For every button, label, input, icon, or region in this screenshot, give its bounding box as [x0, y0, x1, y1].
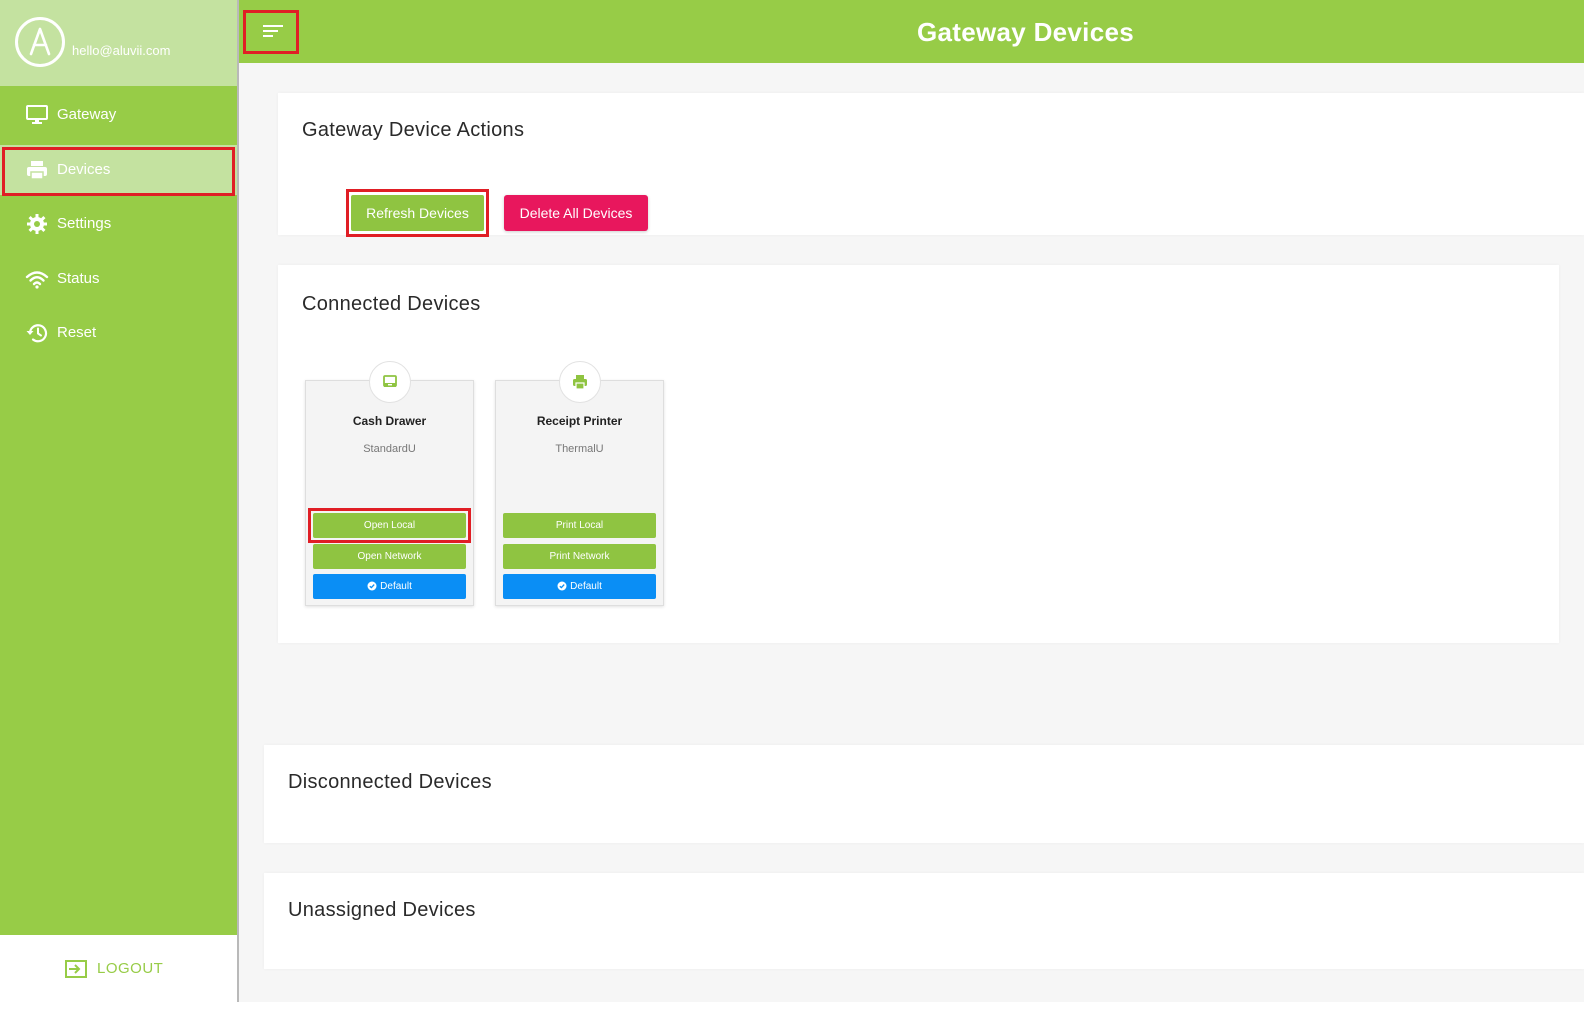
sidebar-item-label: Reset — [57, 324, 97, 341]
sidebar-item-settings[interactable]: Settings — [0, 199, 238, 249]
monitor-icon — [26, 105, 48, 124]
check-circle-icon — [367, 581, 377, 591]
device-card-cash-drawer: Cash Drawer StandardU Open Local Open Ne… — [305, 361, 474, 606]
refresh-devices-button[interactable]: Refresh Devices — [351, 195, 484, 231]
default-button[interactable]: Default — [503, 574, 656, 599]
cash-drawer-icon — [383, 375, 397, 387]
sidebar-item-label: Devices — [57, 161, 111, 178]
device-card-receipt-printer: Receipt Printer ThermalU Print Local Pri… — [495, 361, 664, 606]
device-model: StandardU — [363, 443, 416, 455]
sidebar-item-reset[interactable]: Reset — [0, 308, 238, 358]
gear-icon — [27, 214, 47, 234]
default-button[interactable]: Default — [313, 574, 466, 599]
reset-icon — [26, 324, 48, 343]
connected-devices-title: Connected Devices — [302, 293, 481, 315]
top-header: Gateway Devices — [239, 0, 1584, 63]
printer-icon — [573, 375, 587, 390]
sidebar-footer: LOGOUT — [0, 935, 238, 1002]
printer-icon — [27, 161, 47, 180]
page-title: Gateway Devices — [917, 17, 1134, 47]
user-email: hello@aluvii.com — [72, 43, 171, 58]
main-content: Gateway Device Actions Refresh Devices D… — [239, 63, 1584, 1002]
device-icon-circle — [369, 361, 411, 403]
menu-toggle-button[interactable] — [243, 10, 299, 54]
unassigned-devices-card: Unassigned Devices — [264, 873, 1584, 969]
sidebar-item-gateway[interactable]: Gateway — [0, 90, 238, 140]
logout-label: LOGOUT — [97, 960, 164, 977]
device-name: Receipt Printer — [536, 414, 623, 428]
sidebar: hello@aluvii.com Gateway Devices Setting… — [0, 0, 238, 1002]
print-network-button[interactable]: Print Network — [503, 544, 656, 569]
device-model: ThermalU — [555, 443, 604, 455]
delete-all-devices-button[interactable]: Delete All Devices — [504, 195, 648, 231]
default-label: Default — [570, 581, 602, 592]
sidebar-item-label: Gateway — [57, 106, 117, 123]
logout-icon — [65, 960, 87, 978]
actions-card: Gateway Device Actions Refresh Devices D… — [278, 93, 1584, 237]
connected-devices-card: Connected Devices Cash Drawer StandardU … — [278, 265, 1559, 643]
wifi-icon — [25, 271, 49, 289]
sidebar-item-label: Status — [57, 270, 100, 287]
unassigned-devices-title: Unassigned Devices — [288, 899, 476, 921]
disconnected-devices-card: Disconnected Devices — [264, 745, 1584, 843]
sidebar-item-label: Settings — [57, 215, 112, 232]
default-label: Default — [380, 581, 412, 592]
open-network-button[interactable]: Open Network — [313, 544, 466, 569]
aluvii-logo — [15, 17, 65, 67]
sidebar-item-status[interactable]: Status — [0, 254, 238, 304]
sidebar-profile: hello@aluvii.com — [0, 0, 238, 86]
actions-title: Gateway Device Actions — [302, 119, 525, 141]
print-local-button[interactable]: Print Local — [503, 513, 656, 538]
device-name: Cash Drawer — [352, 414, 427, 428]
logo-letter-icon — [29, 27, 51, 56]
menu-icon — [263, 25, 283, 37]
disconnected-devices-title: Disconnected Devices — [288, 771, 492, 793]
open-local-button[interactable]: Open Local — [313, 513, 466, 538]
sidebar-item-devices[interactable]: Devices — [0, 145, 238, 196]
device-icon-circle — [559, 361, 601, 403]
check-circle-icon — [557, 581, 567, 591]
